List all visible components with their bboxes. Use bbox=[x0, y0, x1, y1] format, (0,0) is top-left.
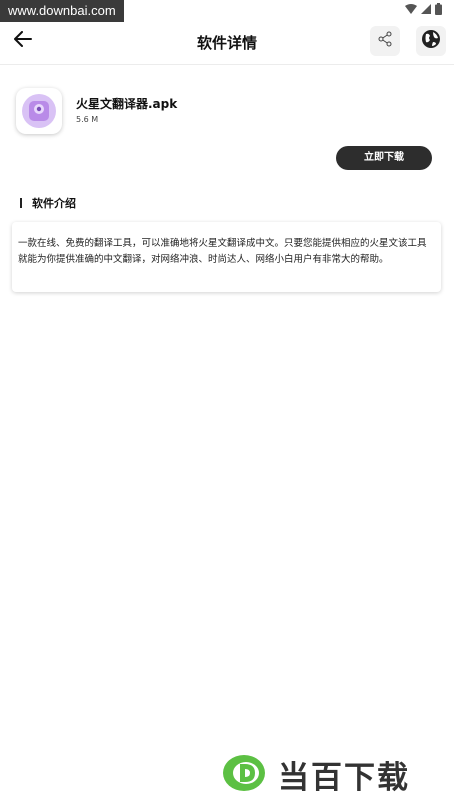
header-divider bbox=[0, 64, 454, 65]
description-card: 一款在线、免费的翻译工具，可以准确地将火星文翻译成中文。只要您能提供相应的火星文… bbox=[12, 222, 441, 292]
wifi-icon bbox=[405, 4, 417, 14]
globe-button[interactable] bbox=[416, 26, 446, 56]
signal-icon bbox=[421, 4, 431, 14]
app-size: 5.6 M bbox=[76, 115, 99, 124]
watermark-banner: www.downbai.com bbox=[0, 0, 124, 22]
brand-watermark: 当百下载 bbox=[222, 752, 410, 797]
app-name: 火星文翻译器.apk bbox=[76, 97, 178, 111]
app-icon bbox=[16, 88, 62, 134]
brand-text: 当百下载 bbox=[278, 760, 410, 796]
status-bar bbox=[405, 3, 442, 15]
section-marker bbox=[20, 198, 22, 208]
download-button[interactable]: 立即下载 bbox=[336, 146, 432, 170]
share-button[interactable] bbox=[370, 26, 400, 56]
app-header: 软件详情 bbox=[0, 22, 454, 62]
description-text: 一款在线、免费的翻译工具，可以准确地将火星文翻译成中文。只要您能提供相应的火星文… bbox=[18, 238, 427, 265]
battery-icon bbox=[435, 3, 442, 15]
share-icon bbox=[377, 31, 393, 51]
globe-icon bbox=[421, 29, 441, 53]
section-title: 软件介绍 bbox=[32, 197, 76, 210]
brand-logo-icon bbox=[222, 753, 270, 797]
